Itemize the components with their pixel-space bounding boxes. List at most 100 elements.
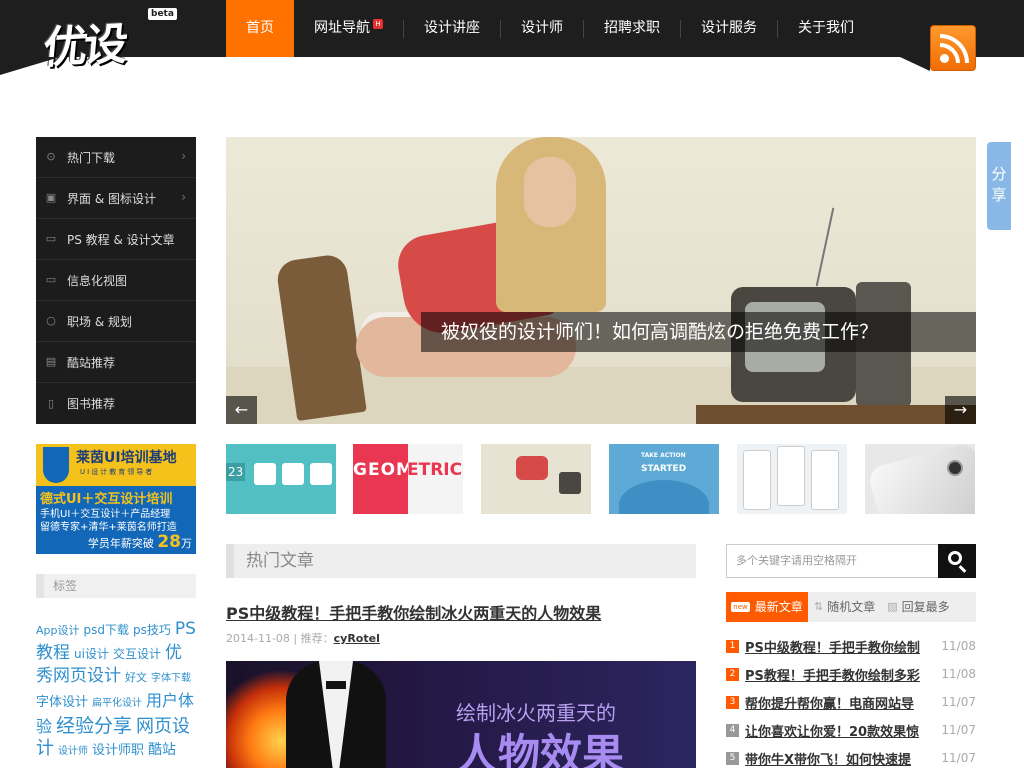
nav-about-us[interactable]: 关于我们	[778, 0, 874, 57]
thumb-icons[interactable]: 23	[226, 444, 336, 514]
ad-footer-value: 28	[157, 532, 181, 552]
list-item-link[interactable]: 带你牛X带你飞！如何快速提	[745, 749, 931, 768]
thumb-word: GEOM	[353, 460, 414, 480]
hot-badge: H	[373, 19, 383, 29]
tab-latest[interactable]: new 最新文章	[726, 592, 808, 622]
share-side-tab[interactable]: 分享	[987, 142, 1011, 230]
thumb-text: STARTED	[641, 464, 687, 474]
list-item-link[interactable]: PS中级教程！手把手教你绘制	[745, 637, 931, 656]
ad-footer-unit: 万	[181, 537, 192, 550]
tag-link[interactable]: 设计师	[58, 746, 88, 757]
tag-link[interactable]: 字体设计	[36, 695, 88, 710]
thumb-mobile-ui[interactable]	[737, 444, 847, 514]
nav-site-directory[interactable]: 网址导航 H	[294, 0, 403, 57]
category-label: 图书推荐	[67, 397, 116, 411]
tab-label: 最新文章	[754, 600, 803, 614]
article-title-link[interactable]: PS中级教程！手把手教你绘制冰火两重天的人物效果	[226, 600, 601, 624]
tag-link[interactable]: 设计师职	[92, 743, 144, 758]
list-item: 4 让你喜欢让你爱！20款效果惊 11/07	[726, 716, 976, 744]
logo-beta-badge: beta	[148, 8, 177, 20]
cover-text: 人物效果	[456, 730, 625, 768]
monitor-icon: ▭	[45, 273, 57, 286]
nav-design-lectures[interactable]: 设计讲座	[404, 0, 500, 57]
new-badge: new	[731, 602, 750, 612]
ad-subtitle: UI设计教育领导者	[80, 468, 155, 476]
category-infographics[interactable]: ▭ 信息化视图	[36, 260, 196, 301]
app-icon	[282, 463, 304, 485]
nav-designers[interactable]: 设计师	[501, 0, 583, 57]
nav-home[interactable]: 首页	[226, 0, 294, 57]
device-shape	[866, 444, 975, 514]
list-item-link[interactable]: 让你喜欢让你爱！20款效果惊	[745, 721, 931, 740]
thumb-hero-photo[interactable]	[481, 444, 591, 514]
category-books[interactable]: ▯ 图书推荐	[36, 383, 196, 424]
tag-link[interactable]: 酷站	[148, 742, 176, 758]
training-ad-banner[interactable]: 莱茵UI培训基地 UI设计教育领导者 德式UI＋交互设计培训 手机UI＋交互设计…	[36, 444, 196, 554]
list-item-date: 11/08	[941, 667, 976, 681]
tab-most-replied[interactable]: ▨ 回复最多	[881, 592, 955, 622]
rank-badge: 4	[726, 723, 739, 737]
list-item-date: 11/07	[941, 723, 976, 737]
category-label: 酷站推荐	[67, 355, 116, 370]
category-label: 热门下载	[67, 150, 116, 165]
tv-shape	[559, 472, 581, 494]
shuffle-icon: ⇅	[814, 600, 824, 613]
thumb-device[interactable]	[865, 444, 975, 514]
ps-icon: ▭	[45, 232, 57, 245]
tag-link[interactable]: 好文	[125, 671, 147, 684]
tags-heading: 标签	[36, 574, 196, 598]
thumb-word: ETRIC	[407, 460, 463, 480]
download-icon: ⊙	[46, 150, 56, 163]
search-button[interactable]	[938, 544, 976, 578]
slider-next-button[interactable]: →	[945, 396, 976, 424]
article-meta-separator: | 推荐：	[289, 632, 334, 645]
bookmark-icon: ▤	[45, 355, 57, 368]
tag-link[interactable]: 经验分享	[56, 715, 132, 737]
ad-logo-icon	[43, 447, 69, 483]
tag-link[interactable]: 扁平化设计	[92, 698, 142, 709]
tag-cloud: App设计 psd下载 ps技巧 PS教程 ui设计 交互设计 优秀网页设计 好文 字体下载字体…	[36, 618, 198, 763]
tab-label: 随机文章	[827, 600, 876, 614]
article-author-link[interactable]: cyRotel	[334, 632, 380, 645]
category-career[interactable]: ○ 职场 & 规划	[36, 301, 196, 342]
figure-shape	[524, 157, 576, 227]
tab-label: 回复最多	[901, 600, 950, 614]
tag-link[interactable]: ps技巧	[133, 623, 171, 637]
book-icon: ▯	[47, 396, 55, 410]
list-item-link[interactable]: PS教程！手把手教你绘制多彩	[745, 665, 931, 684]
category-ps-tutorials[interactable]: ▭ PS 教程 & 设计文章	[36, 219, 196, 260]
rss-icon[interactable]	[930, 25, 976, 71]
list-item-link[interactable]: 帮你提升帮你赢！电商网站导	[745, 693, 931, 712]
thumb-text: TAKE ACTION	[641, 452, 686, 459]
category-hot-downloads[interactable]: ⊙ 热门下载 ›	[36, 137, 196, 178]
category-ui-icon-design[interactable]: ▣ 界面 & 图标设计 ›	[36, 178, 196, 219]
nav-site-directory-label: 网址导航	[314, 20, 370, 36]
ad-title: 莱茵UI培训基地	[76, 450, 177, 466]
article-date: 2014-11-08	[226, 632, 290, 645]
tag-link[interactable]: 交互设计	[113, 647, 161, 661]
top-header: 优设 beta 首页 网址导航 H 设计讲座 设计师 招聘求职 设计服务 关于我们	[0, 0, 1024, 74]
nav-design-services[interactable]: 设计服务	[681, 0, 777, 57]
tag-link[interactable]: psd下载	[84, 623, 130, 637]
thumb-geometric[interactable]: GEOM ETRIC	[353, 444, 463, 514]
tag-link[interactable]: ui设计	[74, 647, 109, 661]
category-label: 信息化视图	[67, 273, 128, 288]
list-item: 2 PS教程！手把手教你绘制多彩 11/08	[726, 660, 976, 688]
ad-footer: 学员年薪突破 28万	[88, 532, 192, 552]
chevron-right-icon: ›	[181, 190, 186, 204]
tab-random[interactable]: ⇅ 随机文章	[808, 592, 881, 622]
slider-prev-button[interactable]: ←	[226, 396, 257, 424]
article-tabs: new 最新文章 ⇅ 随机文章 ▨ 回复最多	[726, 592, 976, 622]
tag-link[interactable]: 字体下载	[151, 673, 191, 684]
hero-caption[interactable]: 被奴役的设计师们！如何高调酷炫の拒绝免费工作？	[421, 312, 976, 352]
hero-slider[interactable]: 被奴役的设计师们！如何高调酷炫の拒绝免费工作？ ← →	[226, 137, 976, 424]
phone-shape	[777, 446, 805, 506]
tag-link[interactable]: App设计	[36, 624, 80, 637]
thumb-take-action[interactable]: TAKE ACTION STARTED	[609, 444, 719, 514]
article-cover-image[interactable]: 绘制冰火两重天的 人物效果	[226, 661, 696, 768]
search-input[interactable]: 多个关键字请用空格隔开	[726, 544, 938, 578]
category-cool-sites[interactable]: ▤ 酷站推荐	[36, 342, 196, 383]
list-item: 3 帮你提升帮你赢！电商网站导 11/07	[726, 688, 976, 716]
search-icon-handle	[958, 565, 967, 573]
nav-jobs[interactable]: 招聘求职	[584, 0, 680, 57]
